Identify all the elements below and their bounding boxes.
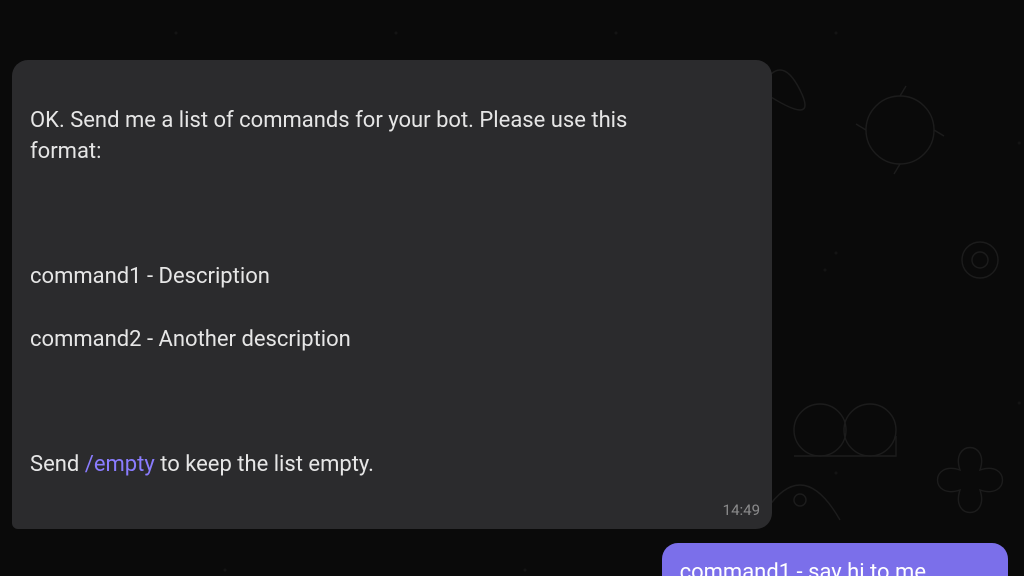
command-link-empty[interactable]: /empty [85, 452, 155, 477]
chat-area: OK. Send me a list of commands for your … [0, 0, 1024, 576]
text-line: command2 - Another description [30, 327, 351, 352]
text-line: OK. Send me a list of commands for your … [30, 108, 627, 164]
text-line: command1 - say hi to me [680, 560, 926, 576]
text-line: command1 - Description [30, 264, 270, 289]
text-line: to keep the list empty. [155, 452, 374, 477]
message-timestamp: 14:49 [723, 500, 760, 521]
message-user-reply[interactable]: command1 - say hi to me 14:49 [662, 543, 1008, 576]
text-line: Send [30, 452, 85, 477]
message-bot-prompt[interactable]: OK. Send me a list of commands for your … [12, 60, 772, 529]
